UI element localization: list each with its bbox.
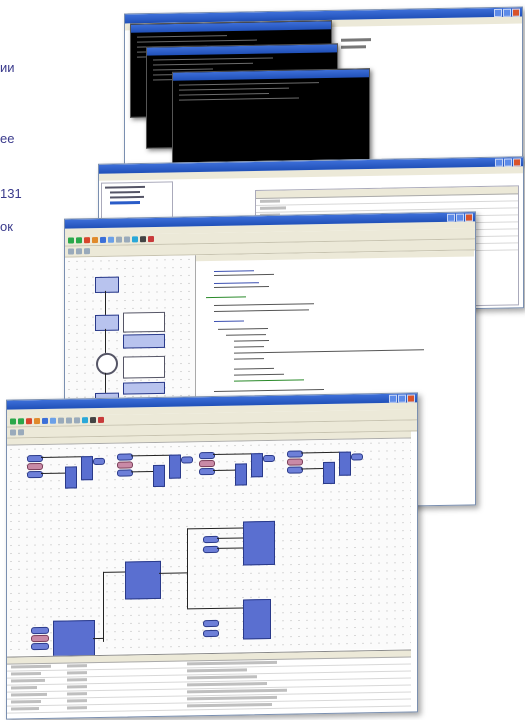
toolbar-icon[interactable]: [68, 237, 74, 244]
window-maximize-icon[interactable]: [503, 8, 511, 17]
toolbar-icon[interactable]: [66, 417, 72, 424]
function-block[interactable]: [251, 453, 263, 478]
sfc-action[interactable]: [123, 333, 165, 349]
sfc-action[interactable]: [123, 355, 165, 379]
function-block[interactable]: [153, 464, 165, 488]
function-block[interactable]: [169, 454, 181, 479]
console-titlebar[interactable]: [147, 44, 337, 56]
toolbar-icon[interactable]: [18, 418, 24, 425]
sfc-step[interactable]: [95, 314, 119, 332]
function-block[interactable]: [125, 560, 161, 600]
sfc-step[interactable]: [95, 276, 119, 294]
messages-table[interactable]: [7, 649, 411, 718]
window-close-icon[interactable]: [465, 213, 473, 222]
toolbar-icon[interactable]: [84, 237, 90, 244]
sfc-action[interactable]: [123, 381, 165, 395]
window-minimize-icon[interactable]: [389, 394, 397, 403]
function-block[interactable]: [339, 451, 351, 476]
toolbar-icon[interactable]: [10, 418, 16, 425]
toolbar-icon[interactable]: [76, 237, 82, 244]
toolbar-icon[interactable]: [100, 236, 106, 243]
fbd-canvas[interactable]: [7, 438, 411, 657]
side-text-line2: ее: [0, 131, 15, 146]
function-block[interactable]: [243, 520, 275, 566]
toolbar-icon[interactable]: [42, 417, 48, 424]
toolbar-icon[interactable]: [84, 248, 90, 255]
panel-item[interactable]: [341, 38, 371, 42]
toolbar-icon[interactable]: [98, 416, 104, 423]
function-block[interactable]: [323, 461, 335, 485]
side-text-line1: ии: [0, 60, 15, 75]
toolbar-icon[interactable]: [68, 248, 74, 255]
toolbar-icon[interactable]: [10, 429, 16, 436]
window-close-icon[interactable]: [407, 394, 415, 403]
toolbar-icon[interactable]: [18, 429, 24, 436]
function-block[interactable]: [243, 598, 271, 640]
toolbar-icon[interactable]: [132, 236, 138, 243]
console-window-3: [172, 68, 370, 164]
side-text-line4: ок: [0, 219, 13, 234]
toolbar-icon[interactable]: [26, 418, 32, 425]
console-titlebar[interactable]: [131, 21, 331, 33]
window-close-icon[interactable]: [513, 158, 521, 167]
sfc-initial-step[interactable]: [96, 352, 118, 376]
function-block[interactable]: [235, 463, 247, 486]
toolbar-icon[interactable]: [82, 417, 88, 424]
fbd-editor-window: [6, 392, 418, 720]
toolbar-icon[interactable]: [90, 417, 96, 424]
window-maximize-icon[interactable]: [504, 158, 512, 167]
window-maximize-icon[interactable]: [398, 394, 406, 403]
toolbar-icon[interactable]: [74, 417, 80, 424]
function-block[interactable]: [53, 620, 95, 657]
toolbar-icon[interactable]: [116, 236, 122, 243]
console-titlebar[interactable]: [173, 69, 369, 81]
toolbar-icon[interactable]: [108, 236, 114, 243]
window-close-icon[interactable]: [512, 8, 520, 17]
toolbar-icon[interactable]: [76, 248, 82, 255]
panel-item[interactable]: [341, 45, 366, 49]
toolbar-icon[interactable]: [50, 417, 56, 424]
function-block[interactable]: [65, 466, 77, 489]
toolbar-icon[interactable]: [34, 418, 40, 425]
sfc-action[interactable]: [123, 311, 165, 333]
function-block[interactable]: [81, 456, 93, 481]
side-text-line3: 131: [0, 186, 22, 201]
toolbar-icon[interactable]: [58, 417, 64, 424]
window-maximize-icon[interactable]: [456, 213, 464, 222]
toolbar-icon[interactable]: [124, 236, 130, 243]
toolbar-icon[interactable]: [92, 237, 98, 244]
window-minimize-icon[interactable]: [495, 158, 503, 167]
window-minimize-icon[interactable]: [447, 213, 455, 222]
toolbar-icon[interactable]: [148, 236, 154, 243]
window-minimize-icon[interactable]: [494, 8, 502, 18]
toolbar-icon[interactable]: [140, 236, 146, 243]
